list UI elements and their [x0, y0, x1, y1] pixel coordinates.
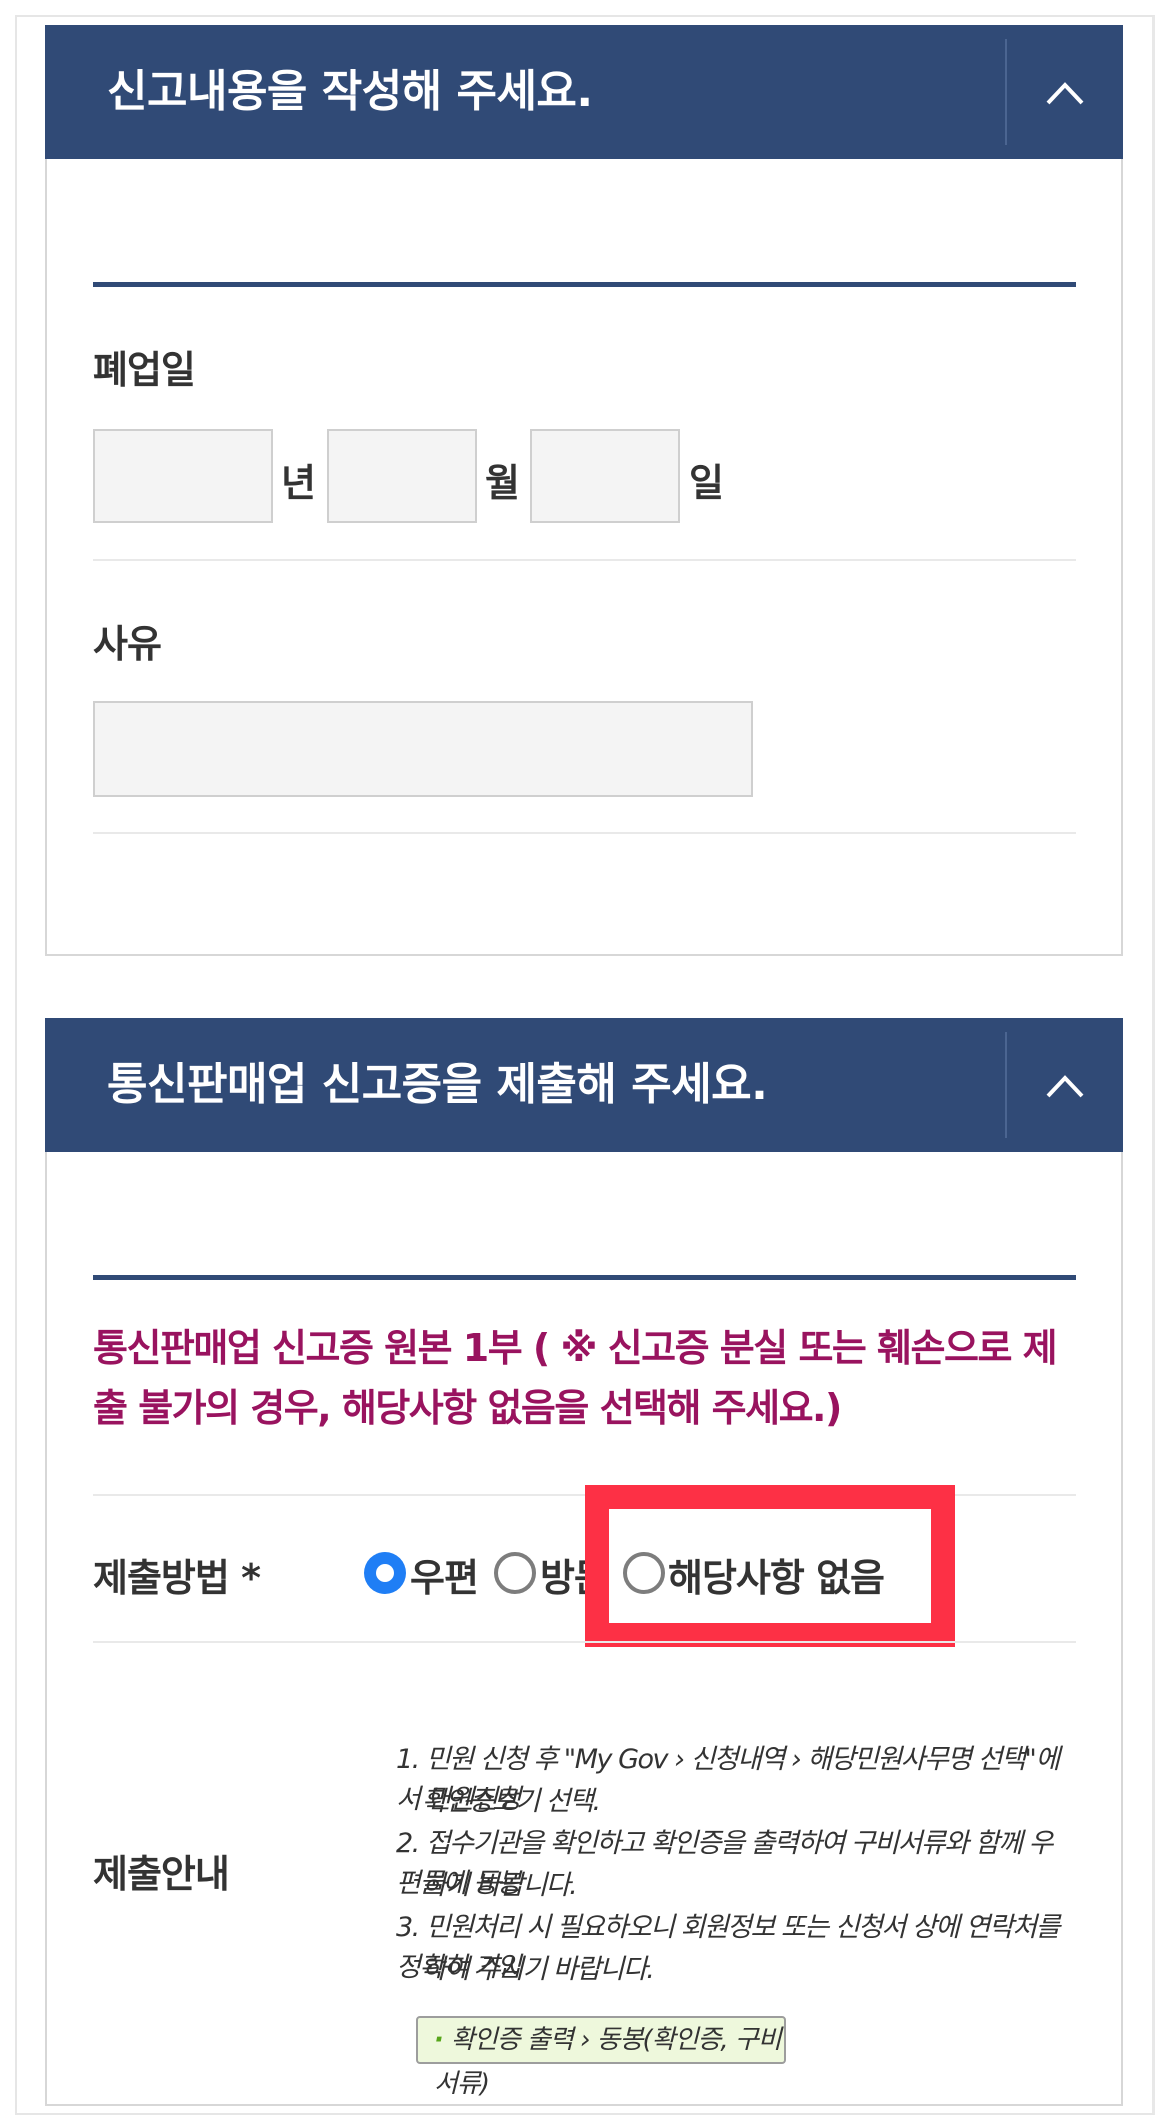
- year-input[interactable]: [93, 429, 273, 523]
- section-rule: [93, 282, 1076, 287]
- section-header-submit-certificate: 통신판매업 신고증을 제출해 주세요.: [45, 1018, 1123, 1152]
- reason-label: 사유: [93, 622, 162, 666]
- day-input[interactable]: [530, 429, 680, 523]
- row-divider: [93, 832, 1076, 834]
- section-title: 통신판매업 신고증을 제출해 주세요.: [107, 1059, 768, 1110]
- collapse-button[interactable]: [1007, 1018, 1123, 1152]
- section-title: 신고내용을 작성해 주세요.: [107, 66, 593, 117]
- section-body-report-content: [45, 159, 1123, 956]
- closure-date-label: 폐업일: [93, 348, 196, 392]
- row-divider: [93, 1641, 1076, 1643]
- section-rule: [93, 1275, 1076, 1280]
- chevron-up-icon: [1046, 82, 1084, 105]
- notice-line-2: 출 불가의 경우, 해당사항 없음을 선택해 주세요.): [93, 1386, 842, 1430]
- radio-mail[interactable]: [364, 1552, 406, 1594]
- year-unit: 년: [281, 461, 316, 505]
- row-divider: [93, 559, 1076, 561]
- day-unit: 일: [689, 461, 724, 505]
- guide-item: 하여 주시기 바랍니다.: [422, 1954, 655, 1985]
- month-unit: 월: [485, 461, 520, 505]
- radio-visit[interactable]: [494, 1552, 536, 1594]
- month-input[interactable]: [327, 429, 477, 523]
- submit-guide-label: 제출안내: [93, 1852, 230, 1896]
- guide-step-badge: · 확인증 출력 › 동봉(확인증, 구비서류): [416, 2016, 786, 2099]
- submit-method-label: 제출방법 *: [93, 1556, 261, 1600]
- section-header-report-content: 신고내용을 작성해 주세요.: [45, 25, 1123, 159]
- radio-mail-label[interactable]: 우편: [410, 1547, 479, 1602]
- bullet-icon: ·: [434, 2025, 444, 2055]
- collapse-button[interactable]: [1007, 25, 1123, 159]
- highlight-box: [585, 1485, 955, 1647]
- reason-input[interactable]: [93, 701, 753, 797]
- chevron-up-icon: [1046, 1075, 1084, 1098]
- guide-item: 하기 바랍니다.: [422, 1870, 578, 1901]
- certificate-notice: 통신판매업 신고증 원본 1부 ( ※ 신고증 분실 또는 훼손으로 제 출 불…: [93, 1318, 1083, 1438]
- guide-item: 확인증보기 선택.: [422, 1786, 601, 1817]
- notice-line-1: 통신판매업 신고증 원본 1부 ( ※ 신고증 분실 또는 훼손으로 제: [93, 1326, 1058, 1370]
